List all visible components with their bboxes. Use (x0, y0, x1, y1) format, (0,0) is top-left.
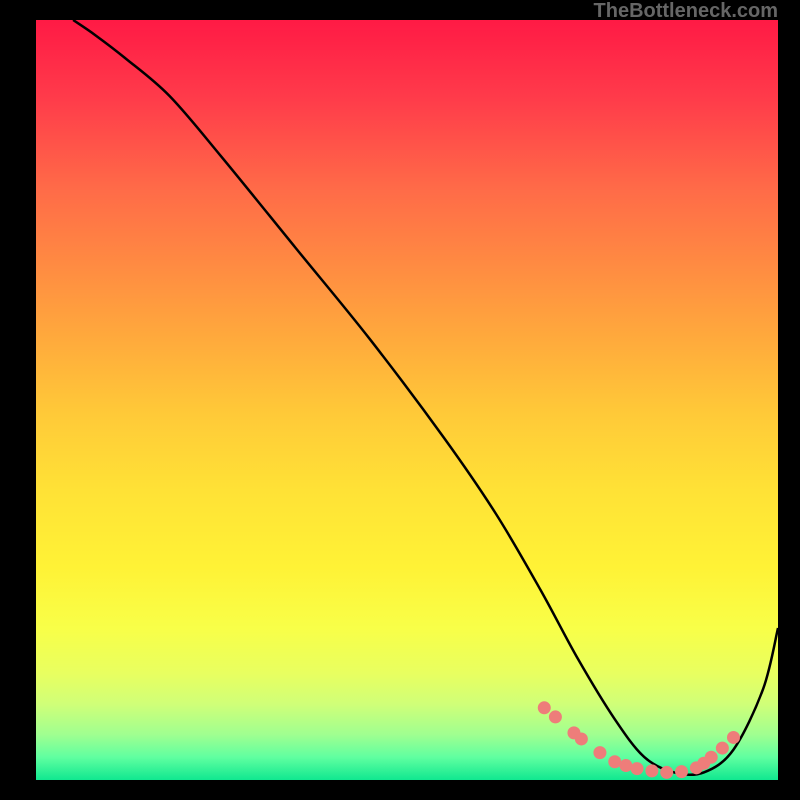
highlight-dot (575, 732, 588, 745)
chart-container: TheBottleneck.com (0, 0, 800, 800)
highlight-dot (538, 701, 551, 714)
attribution-label: TheBottleneck.com (594, 0, 778, 23)
highlight-dot (619, 759, 632, 772)
highlight-dot (705, 751, 718, 764)
highlight-dot (608, 755, 621, 768)
highlight-dots (538, 701, 740, 779)
highlight-dot (716, 742, 729, 755)
highlight-dot (675, 765, 688, 778)
chart-svg (36, 20, 778, 780)
highlight-dot (593, 746, 606, 759)
highlight-dot (631, 762, 644, 775)
plot-area (36, 20, 778, 780)
highlight-dot (727, 731, 740, 744)
bottleneck-curve (73, 20, 778, 775)
highlight-dot (660, 766, 673, 779)
highlight-dot (645, 764, 658, 777)
highlight-dot (549, 710, 562, 723)
